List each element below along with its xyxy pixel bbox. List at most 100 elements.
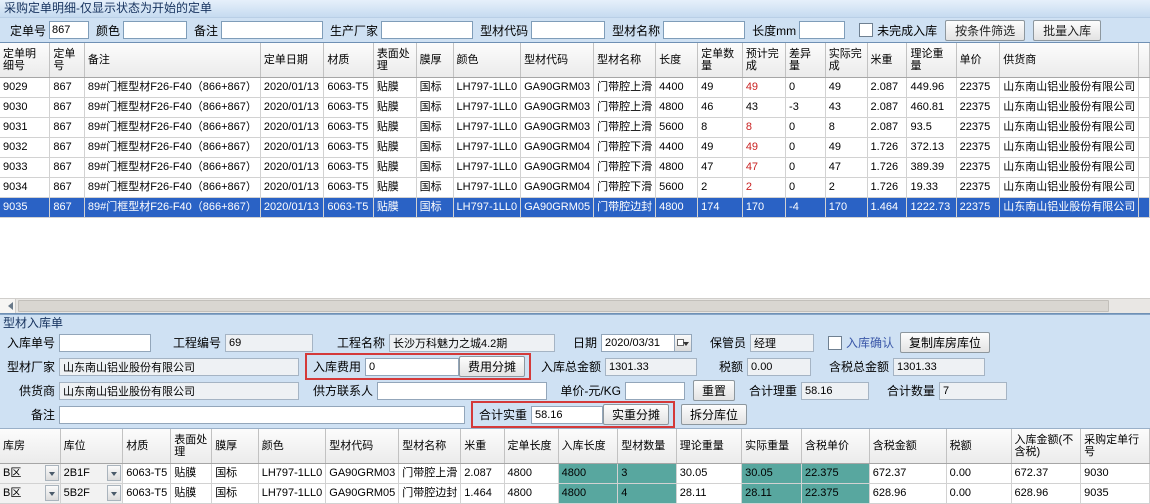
- cell[interactable]: -4: [786, 198, 826, 218]
- cell[interactable]: LH797-1LL0: [453, 158, 521, 178]
- cell[interactable]: 5600: [656, 178, 698, 198]
- cell[interactable]: 867: [50, 198, 85, 218]
- cell[interactable]: [1139, 198, 1150, 218]
- cell[interactable]: 2.087: [461, 464, 504, 484]
- cell[interactable]: 19.33: [907, 178, 956, 198]
- inbound-no-input[interactable]: [59, 334, 151, 352]
- cell[interactable]: 国标: [212, 464, 259, 484]
- cell[interactable]: 30.05: [676, 464, 741, 484]
- cell[interactable]: 22.375: [802, 484, 870, 504]
- cell[interactable]: 4800: [558, 484, 618, 504]
- cell[interactable]: 22375: [956, 198, 1000, 218]
- cell[interactable]: 8: [698, 118, 743, 138]
- cell[interactable]: 0.00: [946, 484, 1011, 504]
- cell[interactable]: GA90GRM03: [521, 118, 594, 138]
- cell[interactable]: 2.087: [867, 98, 907, 118]
- cell[interactable]: 43: [742, 98, 785, 118]
- cell[interactable]: 49: [698, 138, 743, 158]
- cell[interactable]: 山东南山铝业股份有限公司: [1000, 98, 1139, 118]
- cell[interactable]: 国标: [416, 118, 453, 138]
- cell[interactable]: 89#门框型材F26-F40（866+867）: [84, 138, 260, 158]
- cell[interactable]: 9030: [1081, 464, 1150, 484]
- cell[interactable]: 贴膜: [373, 178, 416, 198]
- cell[interactable]: 贴膜: [373, 198, 416, 218]
- cell[interactable]: 867: [50, 158, 85, 178]
- cell[interactable]: 4: [618, 484, 677, 504]
- cell[interactable]: 4800: [656, 98, 698, 118]
- cell[interactable]: 2020/01/13: [260, 78, 323, 98]
- cell[interactable]: 5B2F: [60, 484, 123, 504]
- cell[interactable]: 9034: [0, 178, 50, 198]
- cell[interactable]: 9031: [0, 118, 50, 138]
- cell[interactable]: 22375: [956, 138, 1000, 158]
- filter-input-3[interactable]: [381, 21, 473, 39]
- cell[interactable]: 28.11: [676, 484, 741, 504]
- cell[interactable]: 1.464: [461, 484, 504, 504]
- copy-warehouse-location-button[interactable]: 复制库房库位: [900, 332, 990, 353]
- table-row[interactable]: B区5B2F6063-T5贴膜国标LH797-1LL0GA90GRM05门带腔边…: [0, 484, 1150, 504]
- cell[interactable]: 国标: [212, 484, 259, 504]
- cell[interactable]: 6063-T5: [324, 98, 373, 118]
- cell[interactable]: 8: [825, 118, 867, 138]
- cell[interactable]: 国标: [416, 78, 453, 98]
- cell[interactable]: 628.96: [869, 484, 946, 504]
- split-location-button[interactable]: 拆分库位: [681, 404, 747, 425]
- cell[interactable]: 47: [698, 158, 743, 178]
- filter-input-6[interactable]: [799, 21, 845, 39]
- cell[interactable]: 门带腔下滑: [594, 178, 656, 198]
- cell[interactable]: 2020/01/13: [260, 98, 323, 118]
- cell[interactable]: 93.5: [907, 118, 956, 138]
- cell[interactable]: LH797-1LL0: [453, 98, 521, 118]
- filter-input-5[interactable]: [663, 21, 745, 39]
- cell[interactable]: [1139, 158, 1150, 178]
- cell[interactable]: 2: [698, 178, 743, 198]
- batch-inbound-button[interactable]: 批量入库: [1033, 20, 1101, 41]
- cell[interactable]: 4800: [558, 464, 618, 484]
- cell[interactable]: 山东南山铝业股份有限公司: [1000, 138, 1139, 158]
- cell[interactable]: 5600: [656, 118, 698, 138]
- cell[interactable]: 9030: [0, 98, 50, 118]
- cell[interactable]: 9029: [0, 78, 50, 98]
- cell[interactable]: 门带腔边封: [399, 484, 461, 504]
- cell[interactable]: 山东南山铝业股份有限公司: [1000, 198, 1139, 218]
- cell[interactable]: 门带腔下滑: [594, 158, 656, 178]
- cell[interactable]: GA90GRM04: [521, 158, 594, 178]
- table-row[interactable]: 903486789#门框型材F26-F40（866+867）2020/01/13…: [0, 178, 1150, 198]
- filter-input-4[interactable]: [531, 21, 605, 39]
- cell[interactable]: 4800: [504, 484, 558, 504]
- cell[interactable]: 4800: [656, 198, 698, 218]
- cell[interactable]: 1222.73: [907, 198, 956, 218]
- cell[interactable]: 6063-T5: [123, 484, 171, 504]
- cell[interactable]: 0.00: [946, 464, 1011, 484]
- cell[interactable]: 山东南山铝业股份有限公司: [1000, 118, 1139, 138]
- date-picker[interactable]: [601, 334, 692, 352]
- cell[interactable]: 174: [698, 198, 743, 218]
- cell[interactable]: 9035: [1081, 484, 1150, 504]
- cell[interactable]: 2.087: [867, 78, 907, 98]
- cell[interactable]: 389.39: [907, 158, 956, 178]
- cell[interactable]: 2020/01/13: [260, 198, 323, 218]
- cell[interactable]: 47: [742, 158, 785, 178]
- cell[interactable]: 1.726: [867, 158, 907, 178]
- cell[interactable]: GA90GRM04: [521, 138, 594, 158]
- cell[interactable]: 2: [825, 178, 867, 198]
- unit-price-input[interactable]: [625, 382, 685, 400]
- cell[interactable]: 2: [742, 178, 785, 198]
- cell[interactable]: 170: [742, 198, 785, 218]
- cell[interactable]: LH797-1LL0: [453, 78, 521, 98]
- cell[interactable]: 672.37: [1011, 464, 1081, 484]
- cell[interactable]: 460.81: [907, 98, 956, 118]
- cell[interactable]: 1.464: [867, 198, 907, 218]
- cell[interactable]: LH797-1LL0: [453, 118, 521, 138]
- filter-input-1[interactable]: [123, 21, 187, 39]
- dropdown-arrow-icon[interactable]: [107, 485, 121, 501]
- cell[interactable]: 门带腔下滑: [594, 138, 656, 158]
- cell[interactable]: 89#门框型材F26-F40（866+867）: [84, 78, 260, 98]
- filter-input-0[interactable]: [49, 21, 89, 39]
- actual-weight-share-button[interactable]: 实重分摊: [603, 404, 669, 425]
- cell[interactable]: 89#门框型材F26-F40（866+867）: [84, 178, 260, 198]
- cell[interactable]: B区: [0, 484, 60, 504]
- table-row[interactable]: 903286789#门框型材F26-F40（866+867）2020/01/13…: [0, 138, 1150, 158]
- cell[interactable]: 89#门框型材F26-F40（866+867）: [84, 118, 260, 138]
- cell[interactable]: GA90GRM05: [326, 484, 399, 504]
